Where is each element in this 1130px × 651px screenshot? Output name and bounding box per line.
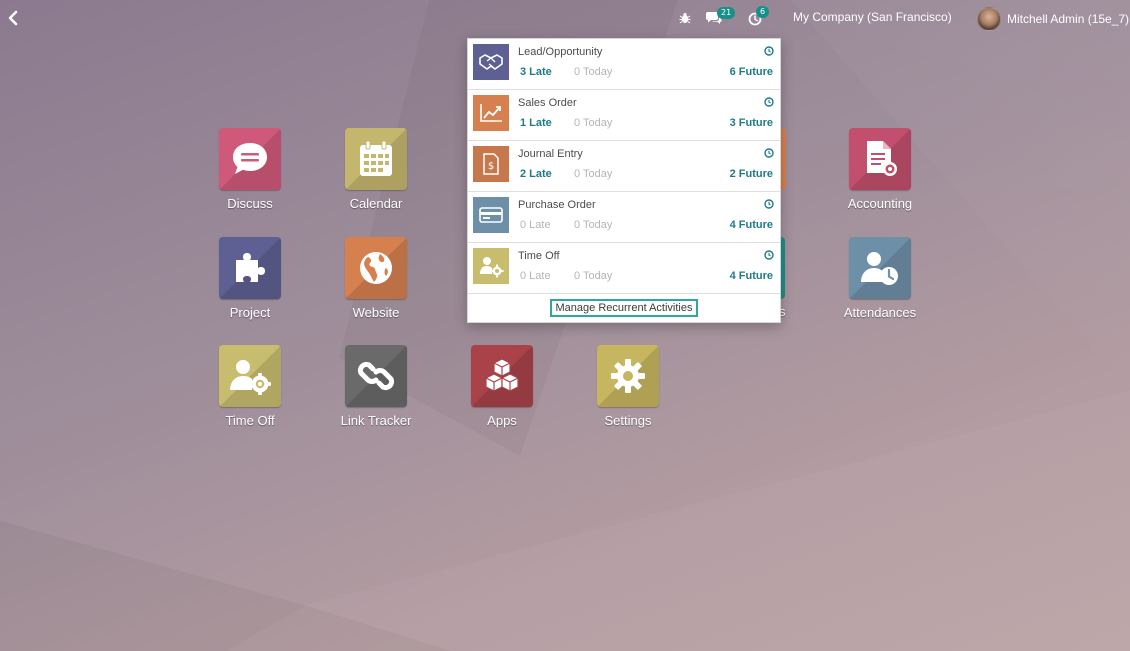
app-link-tracker[interactable]: Link Tracker — [321, 345, 431, 428]
accounting-app-icon — [849, 128, 911, 190]
app-website[interactable]: Website — [321, 237, 431, 320]
calendar-icon — [360, 140, 392, 176]
user-gear-icon — [480, 257, 504, 278]
activity-model-name: Sales Order — [518, 97, 577, 109]
app-accounting[interactable]: Accounting — [825, 128, 935, 211]
app-discuss[interactable]: Discuss — [195, 128, 305, 211]
activity-button[interactable]: 6 — [746, 6, 772, 28]
today-count-link[interactable]: 0 Today — [574, 66, 612, 78]
app-label: Project — [229, 305, 271, 320]
late-count-link[interactable]: 0 Late — [520, 219, 551, 231]
messages-button[interactable]: 21 — [704, 7, 738, 28]
activity-row-purchase-order[interactable]: Purchase Order 0 Late 0 Today 4 Future — [468, 192, 780, 243]
app-settings[interactable]: Settings — [573, 345, 683, 428]
late-count-link[interactable]: 3 Late — [520, 66, 552, 78]
activity-model-icon — [473, 44, 509, 80]
activity-model-name: Lead/Opportunity — [518, 46, 603, 58]
chart-up-icon — [480, 104, 502, 122]
today-count-link[interactable]: 0 Today — [574, 219, 612, 231]
website-app-icon — [345, 237, 407, 299]
company-switcher[interactable]: My Company (San Francisco) — [793, 10, 952, 24]
future-count-link[interactable]: 4 Future — [730, 219, 773, 231]
app-label: Attendances — [843, 305, 917, 320]
future-count-link[interactable]: 4 Future — [730, 270, 773, 282]
discuss-app-icon — [219, 128, 281, 190]
app-label: Accounting — [847, 196, 913, 211]
app-label: Link Tracker — [340, 413, 412, 428]
activity-model-icon — [473, 197, 509, 233]
activity-row-journal-entry[interactable]: $ Journal Entry 2 Late 0 Today 2 Future — [468, 141, 780, 192]
future-count-link[interactable]: 6 Future — [730, 66, 773, 78]
app-label: Website — [352, 305, 400, 320]
activity-dropdown: Lead/Opportunity 3 Late 0 Today 6 Future… — [467, 38, 781, 323]
app-label: Calendar — [349, 196, 403, 211]
attendances-app-icon — [849, 237, 911, 299]
activity-row-lead-opportunity[interactable]: Lead/Opportunity 3 Late 0 Today 6 Future — [468, 39, 780, 90]
late-count-link[interactable]: 0 Late — [520, 270, 551, 282]
clock-icon[interactable] — [764, 97, 774, 107]
time-off-app-icon — [219, 345, 281, 407]
credit-card-icon — [479, 207, 503, 223]
globe-icon — [360, 252, 392, 284]
clock-icon[interactable] — [764, 250, 774, 260]
apps-app-icon — [471, 345, 533, 407]
activity-model-icon — [473, 95, 509, 131]
user-gear-icon — [230, 360, 271, 395]
calendar-app-icon — [345, 128, 407, 190]
chat-bubble-icon — [233, 143, 267, 174]
app-label: Apps — [487, 413, 517, 428]
clock-icon[interactable] — [764, 199, 774, 209]
app-calendar[interactable]: Calendar — [321, 128, 431, 211]
app-attendances[interactable]: Attendances — [825, 237, 935, 320]
manage-recurrent-activities-button[interactable]: Manage Recurrent Activities — [549, 299, 699, 317]
app-apps[interactable]: Apps — [447, 345, 557, 428]
link-icon — [357, 361, 395, 391]
handshake-icon — [479, 54, 503, 70]
late-count-link[interactable]: 1 Late — [520, 117, 552, 129]
bug-icon — [679, 13, 691, 24]
user-name: Mitchell Admin (15e_7) — [1007, 12, 1130, 26]
activity-model-name: Time Off — [518, 250, 560, 262]
activity-row-time-off[interactable]: Time Off 0 Late 0 Today 4 Future — [468, 243, 780, 294]
user-clock-icon — [861, 252, 898, 285]
manage-activities-footer: Manage Recurrent Activities — [468, 294, 780, 322]
cubes-icon — [485, 358, 519, 392]
app-project[interactable]: Project — [195, 237, 305, 320]
activity-count-badge: 6 — [756, 6, 770, 18]
invoice-gear-icon — [867, 141, 897, 176]
messages-count-badge: 21 — [717, 7, 736, 19]
activity-model-name: Purchase Order — [518, 199, 596, 211]
activity-row-sales-order[interactable]: Sales Order 1 Late 0 Today 3 Future — [468, 90, 780, 141]
clock-icon[interactable] — [764, 46, 774, 56]
future-count-link[interactable]: 2 Future — [730, 168, 773, 180]
svg-text:$: $ — [488, 161, 494, 172]
activity-model-icon — [473, 248, 509, 284]
clock-icon[interactable] — [764, 148, 774, 158]
avatar — [977, 7, 1001, 31]
today-count-link[interactable]: 0 Today — [574, 168, 612, 180]
link-tracker-app-icon — [345, 345, 407, 407]
future-count-link[interactable]: 3 Future — [730, 117, 773, 129]
chevron-left-icon — [8, 10, 18, 26]
today-count-link[interactable]: 0 Today — [574, 117, 612, 129]
dollar-doc-icon: $ — [483, 153, 499, 175]
puzzle-icon — [236, 253, 265, 282]
activity-model-icon: $ — [473, 146, 509, 182]
app-time-off[interactable]: Time Off — [195, 345, 305, 428]
project-app-icon — [219, 237, 281, 299]
app-label: Settings — [604, 413, 652, 428]
user-menu[interactable]: Mitchell Admin (15e_7) — [977, 7, 1129, 31]
app-label: Time Off — [225, 413, 275, 428]
activity-model-name: Journal Entry — [518, 148, 583, 160]
settings-app-icon — [597, 345, 659, 407]
debug-button[interactable] — [678, 8, 692, 28]
back-button[interactable] — [4, 9, 22, 27]
today-count-link[interactable]: 0 Today — [574, 270, 612, 282]
late-count-link[interactable]: 2 Late — [520, 168, 552, 180]
app-label: Discuss — [227, 196, 273, 211]
gear-icon — [611, 359, 645, 393]
